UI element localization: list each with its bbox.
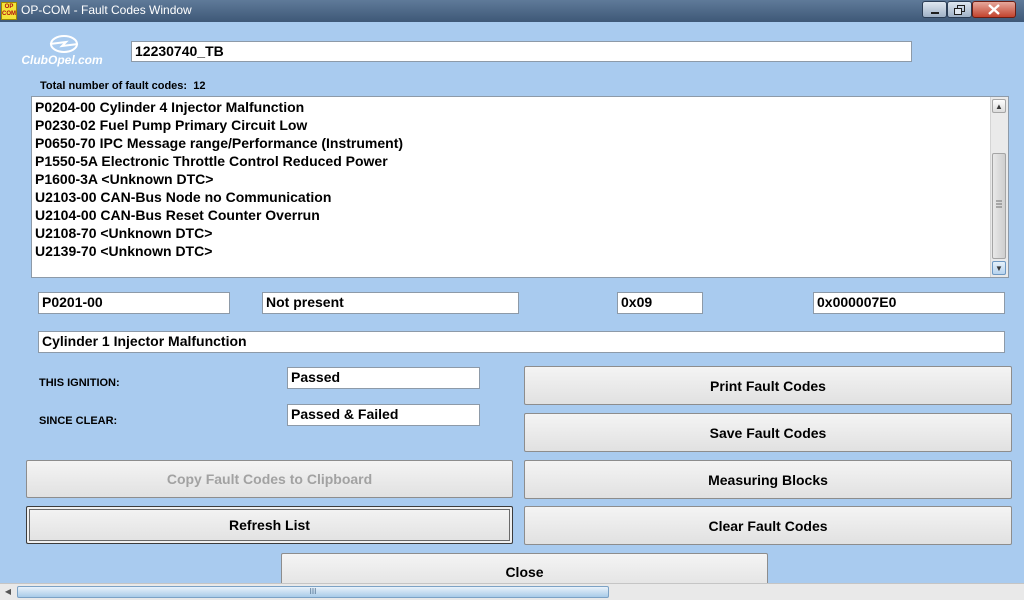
measuring-blocks-button[interactable]: Measuring Blocks [524,460,1012,499]
scroll-left-arrow-icon[interactable]: ◀ [2,586,14,598]
total-count: 12 [193,80,206,92]
close-icon [988,4,1000,15]
list-item[interactable]: P0230-02 Fuel Pump Primary Circuit Low [32,116,403,134]
list-item[interactable]: U2103-00 CAN-Bus Node no Communication [32,188,403,206]
app-icon: OP COM [1,2,17,20]
print-fault-codes-button[interactable]: Print Fault Codes [524,366,1012,405]
total-fault-codes-label: Total number of fault codes: 12 [40,80,205,92]
ecu-id-field[interactable]: 12230740_TB [131,41,912,62]
minimize-icon [930,11,939,14]
club-opel-logo: ClubOpel.com [21,35,103,67]
list-vertical-scrollbar[interactable]: ▲ ▼ [990,97,1008,277]
list-item[interactable]: P1600-3A <Unknown DTC> [32,170,403,188]
list-item[interactable]: U2108-70 <Unknown DTC> [32,224,403,242]
status-byte-field[interactable]: 0x09 [617,292,703,314]
app-icon-text-top: OP [4,4,14,10]
clear-fault-codes-button[interactable]: Clear Fault Codes [524,506,1012,545]
this-ignition-field[interactable]: Passed [287,367,480,389]
total-label-text: Total number of fault codes: [40,80,188,92]
close-window-button[interactable] [972,1,1016,18]
presence-field[interactable]: Not present [262,292,519,314]
scroll-up-arrow-icon[interactable]: ▲ [992,99,1006,113]
app-icon-text-bottom: COM [2,11,16,17]
scroll-grip-icon [996,200,1002,208]
since-clear-field[interactable]: Passed & Failed [287,404,480,426]
maximize-button[interactable] [947,1,972,18]
refresh-list-button[interactable]: Refresh List [26,506,513,544]
scroll-down-arrow-icon[interactable]: ▼ [992,261,1006,275]
minimize-button[interactable] [922,1,947,18]
list-item[interactable]: P0650-70 IPC Message range/Performance (… [32,134,403,152]
logo-text: ClubOpel.com [21,53,103,67]
description-field[interactable]: Cylinder 1 Injector Malfunction [38,331,1005,353]
this-ignition-label: THIS IGNITION: [39,377,120,389]
list-item[interactable]: U2104-00 CAN-Bus Reset Counter Overrun [32,206,403,224]
since-clear-label: SINCE CLEAR: [39,415,118,427]
address-field[interactable]: 0x000007E0 [813,292,1005,314]
list-item[interactable]: P1550-5A Electronic Throttle Control Red… [32,152,403,170]
window-title: OP-COM - Fault Codes Window [21,3,192,17]
save-fault-codes-button[interactable]: Save Fault Codes [524,413,1012,452]
horizontal-scrollbar-thumb[interactable]: III [17,586,609,598]
selected-code-field[interactable]: P0201-00 [38,292,230,314]
horizontal-scrollbar[interactable]: ◀ III [0,583,1024,600]
maximize-icon [954,4,965,15]
copy-to-clipboard-button[interactable]: Copy Fault Codes to Clipboard [26,460,513,498]
list-scrollbar-thumb[interactable] [992,153,1006,259]
list-item[interactable]: U2139-70 <Unknown DTC> [32,242,403,260]
fault-code-list[interactable]: P0204-00 Cylinder 4 Injector Malfunction… [31,96,1009,278]
list-item[interactable]: P0204-00 Cylinder 4 Injector Malfunction [32,98,403,116]
